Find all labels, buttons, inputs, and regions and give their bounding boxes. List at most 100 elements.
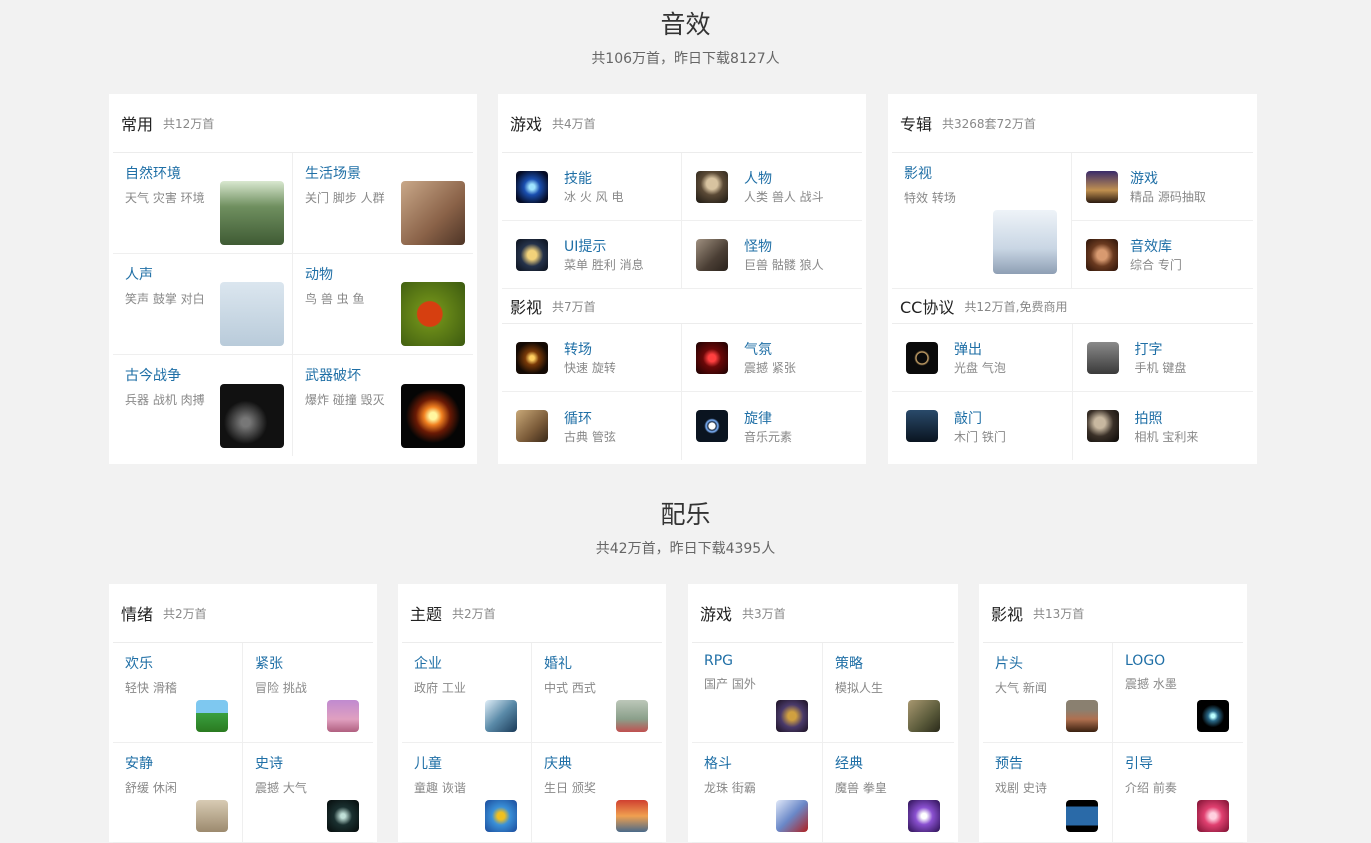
game-album-icon[interactable] [1086, 170, 1118, 203]
voice-thumb[interactable] [220, 282, 284, 346]
item-name[interactable]: 动物 [305, 264, 461, 284]
sfx-film-item-transition[interactable]: 转场 快速 旋转 [502, 324, 682, 392]
melody-icon[interactable] [696, 410, 728, 442]
character-icon[interactable] [696, 170, 728, 203]
music-game-item-strategy[interactable]: 策略 模拟人生 [823, 643, 954, 743]
sfx-game-item-skill[interactable]: 技能冰 火 风 电 [502, 153, 682, 221]
trailer-icon[interactable] [1066, 800, 1098, 832]
sfx-album-feature-film[interactable]: 影视 特效 转场 [892, 153, 1072, 289]
wedding-icon[interactable] [616, 700, 648, 732]
item-name[interactable]: 气氛 [744, 339, 796, 359]
card-title[interactable]: 专辑 [900, 111, 932, 135]
monster-icon[interactable] [696, 238, 728, 271]
typing-icon[interactable] [1086, 341, 1119, 374]
item-name[interactable]: 安静 [125, 753, 230, 773]
sfx-common-item-war[interactable]: 古今战争 兵器 战机 肉搏 [113, 355, 293, 456]
card-title[interactable]: 影视 [991, 601, 1023, 625]
opening-icon[interactable] [1066, 700, 1098, 732]
item-name[interactable]: 打字 [1135, 339, 1187, 359]
sfx-common-item-weapon[interactable]: 武器破坏 爆炸 碰撞 毁灭 [293, 355, 473, 456]
sfx-game-item-ui[interactable]: UI提示 菜单 胜利 消息 [502, 221, 682, 289]
item-name[interactable]: 转场 [564, 339, 616, 359]
item-name[interactable]: 紧张 [255, 653, 361, 673]
sfx-common-item-voice[interactable]: 人声 笑声 鼓掌 对白 [113, 254, 293, 355]
enterprise-icon[interactable] [485, 700, 517, 732]
sfx-album-item-library[interactable]: 音效库 综合 专门 [1072, 221, 1253, 289]
sword-thumb[interactable] [220, 384, 284, 448]
item-name[interactable]: 自然环境 [125, 163, 280, 183]
fight-icon[interactable] [776, 800, 808, 832]
music-film-item-trailer[interactable]: 预告 戏剧 史诗 [983, 743, 1113, 843]
item-name[interactable]: LOGO [1125, 653, 1231, 669]
forest-thumb[interactable] [220, 181, 284, 245]
item-name[interactable]: 预告 [995, 753, 1100, 773]
sfx-cc-item-popup[interactable]: 弹出 光盘 气泡 [892, 324, 1073, 392]
music-film-item-opening[interactable]: 片头 大气 新闻 [983, 643, 1113, 743]
card-title[interactable]: 游戏 [510, 111, 542, 135]
intro-icon[interactable] [1197, 800, 1229, 832]
item-name[interactable]: 怪物 [744, 236, 824, 256]
transition-icon[interactable] [516, 341, 548, 374]
item-name[interactable]: 音效库 [1130, 236, 1182, 256]
card-title[interactable]: 常用 [121, 111, 153, 135]
sfx-cc-item-knock[interactable]: 敲门 木门 铁门 [892, 392, 1073, 460]
sfx-common-item-animal[interactable]: 动物 鸟 兽 虫 鱼 [293, 254, 473, 355]
item-name[interactable]: 策略 [835, 653, 942, 673]
card-title[interactable]: 主题 [410, 601, 442, 625]
item-name[interactable]: 格斗 [704, 753, 810, 773]
item-name[interactable]: RPG [704, 653, 810, 669]
item-name[interactable]: 人物 [744, 168, 824, 188]
music-emotion-item-epic[interactable]: 史诗 震撼 大气 [243, 743, 373, 843]
item-name[interactable]: 人声 [125, 264, 280, 284]
music-emotion-item-happy[interactable]: 欢乐 轻快 滑稽 [113, 643, 243, 743]
tree-icon[interactable] [196, 700, 228, 732]
card-title[interactable]: 游戏 [700, 601, 732, 625]
music-game-item-classic[interactable]: 经典 魔兽 拳皇 [823, 743, 954, 843]
skill-icon[interactable] [516, 170, 548, 203]
popup-icon[interactable] [906, 341, 938, 374]
item-name[interactable]: 技能 [564, 168, 623, 188]
item-name[interactable]: 史诗 [255, 753, 361, 773]
item-name[interactable]: 游戏 [1130, 168, 1206, 188]
love-icon[interactable] [196, 800, 228, 832]
sfx-cc-item-camera[interactable]: 拍照 相机 宝利来 [1073, 392, 1254, 460]
item-name[interactable]: 生活场景 [305, 163, 461, 183]
item-name[interactable]: 儿童 [414, 753, 519, 773]
epic-icon[interactable] [327, 800, 359, 832]
sfx-film-item-melody[interactable]: 旋律 音乐元素 [682, 392, 862, 460]
item-name[interactable]: 欢乐 [125, 653, 230, 673]
item-name[interactable]: 旋律 [744, 408, 792, 428]
item-name[interactable]: 拍照 [1135, 408, 1199, 428]
loop-icon[interactable] [516, 410, 548, 442]
card-title[interactable]: CC协议 [900, 294, 954, 318]
music-theme-item-wedding[interactable]: 婚礼 中式 西式 [532, 643, 662, 743]
knock-icon[interactable] [906, 410, 938, 442]
camera-icon[interactable] [1086, 410, 1119, 442]
celebration-icon[interactable] [616, 800, 648, 832]
item-name[interactable]: 片头 [995, 653, 1100, 673]
item-name[interactable]: 婚礼 [544, 653, 650, 673]
sfx-film-item-loop[interactable]: 循环 古典 管弦 [502, 392, 682, 460]
explosion-thumb[interactable] [401, 384, 465, 448]
item-name[interactable]: 武器破坏 [305, 365, 461, 385]
classic-icon[interactable] [908, 800, 940, 832]
kids-icon[interactable] [485, 800, 517, 832]
sfx-cc-item-typing[interactable]: 打字 手机 键盘 [1072, 324, 1253, 392]
footprints-thumb[interactable] [401, 181, 465, 245]
item-name[interactable]: 影视 [904, 163, 1059, 183]
music-theme-item-enterprise[interactable]: 企业 政府 工业 [402, 643, 532, 743]
item-name[interactable]: 引导 [1125, 753, 1231, 773]
card-title[interactable]: 影视 [510, 294, 542, 318]
sfx-album-item-game[interactable]: 游戏 精品 源码抽取 [1072, 153, 1253, 221]
item-name[interactable]: 循环 [564, 408, 616, 428]
item-name[interactable]: 弹出 [954, 339, 1006, 359]
tension-icon[interactable] [327, 700, 359, 732]
item-name[interactable]: 敲门 [954, 408, 1006, 428]
item-name[interactable]: 经典 [835, 753, 942, 773]
sfx-common-item-life[interactable]: 生活场景 关门 脚步 人群 [293, 153, 473, 254]
logo-icon[interactable] [1197, 700, 1229, 732]
music-game-item-rpg[interactable]: RPG 国产 国外 [692, 643, 823, 743]
film-album-thumb[interactable] [993, 210, 1057, 274]
music-film-item-logo[interactable]: LOGO 震撼 水墨 [1113, 643, 1243, 743]
music-emotion-item-calm[interactable]: 安静 舒缓 休闲 [113, 743, 243, 843]
